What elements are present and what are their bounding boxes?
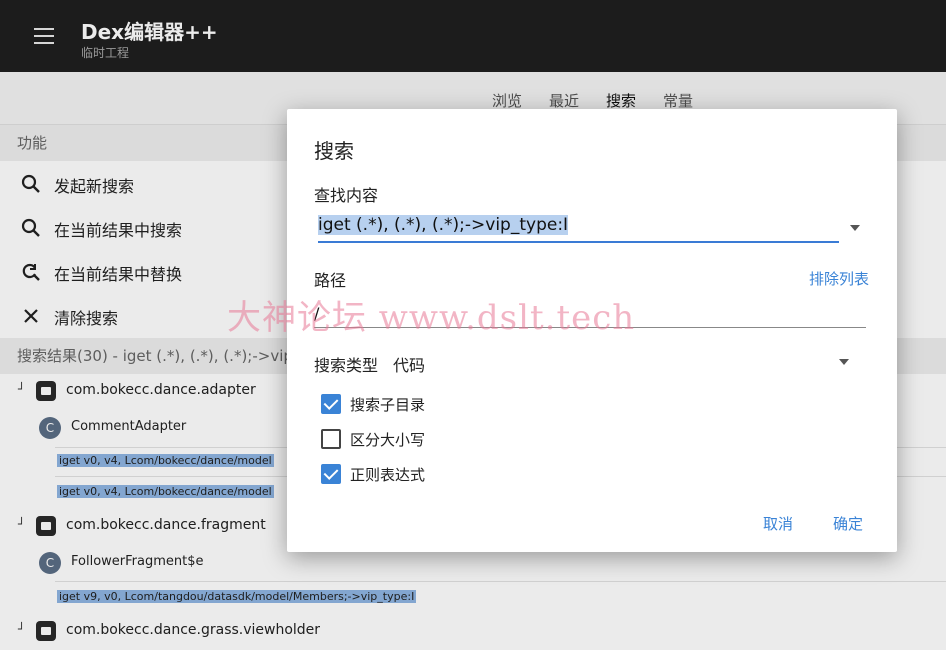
path-label: 路径 xyxy=(314,271,347,290)
case-sensitive-label: 区分大小写 xyxy=(350,431,426,449)
find-input-value: iget (.*), (.*), (.*);->vip_type:I xyxy=(318,215,569,235)
dialog-title: 搜索 xyxy=(314,139,354,163)
checkbox-checked-icon xyxy=(321,394,341,414)
include-subdirs-label: 搜索子目录 xyxy=(350,396,426,414)
search-type-select[interactable]: 代码 xyxy=(393,352,425,376)
exclude-list-button[interactable]: 排除列表 xyxy=(809,268,869,289)
confirm-button[interactable]: 确定 xyxy=(833,513,863,534)
watermark: 大神论坛 www.dslt.tech xyxy=(227,298,636,338)
checkbox-checked-icon xyxy=(321,464,341,484)
find-label: 查找内容 xyxy=(314,186,379,205)
chevron-down-icon[interactable] xyxy=(850,225,860,231)
chevron-down-icon[interactable] xyxy=(839,359,849,365)
checkbox-unchecked-icon xyxy=(321,429,341,449)
search-type-label: 搜索类型 xyxy=(314,356,379,375)
find-input[interactable]: iget (.*), (.*), (.*);->vip_type:I xyxy=(318,215,839,243)
regex-label: 正则表达式 xyxy=(350,466,426,484)
cancel-button[interactable]: 取消 xyxy=(763,513,793,534)
